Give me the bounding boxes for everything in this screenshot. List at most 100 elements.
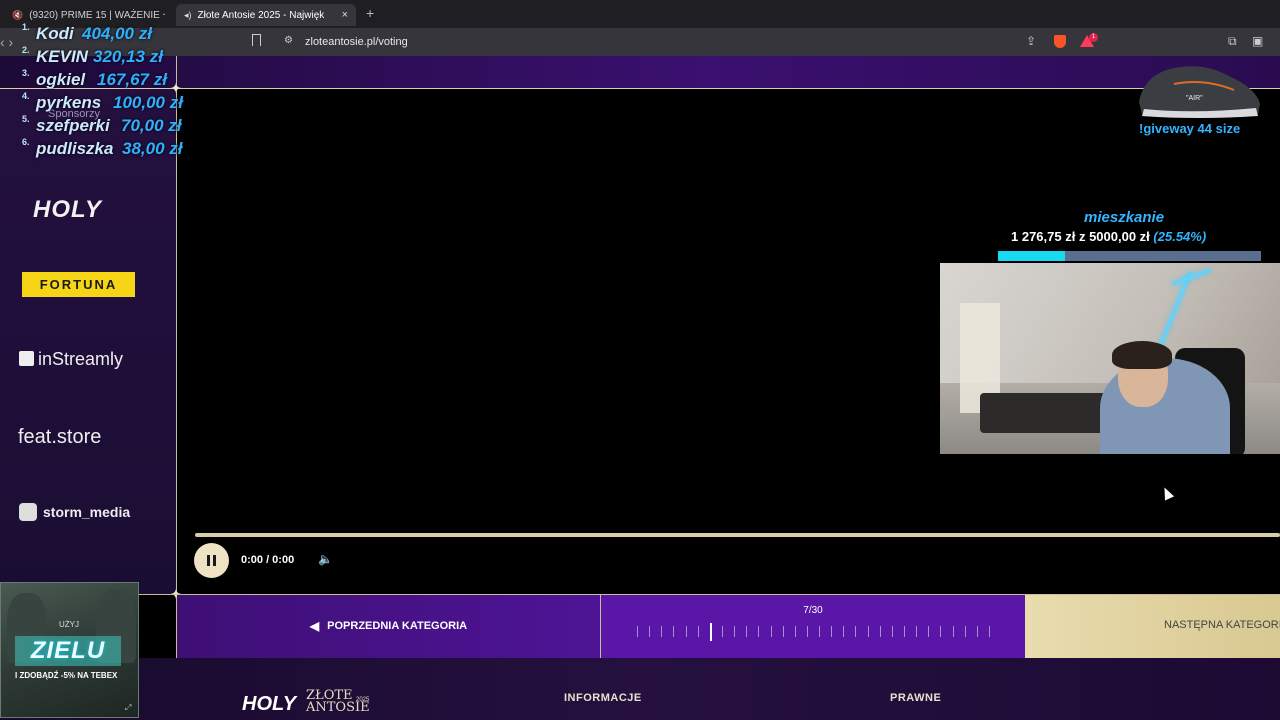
category-tick[interactable]: [794, 626, 796, 637]
goal-progress-fill: [998, 251, 1066, 261]
category-tick[interactable]: [879, 626, 881, 637]
brave-shields-icon[interactable]: [1054, 35, 1066, 48]
volume-icon[interactable]: 🔈: [318, 552, 333, 566]
footer-holy-logo[interactable]: HOLY: [242, 693, 296, 716]
category-navigation: ◀ POPRZEDNIA KATEGORIA 7/30 NASTĘPNA KAT…: [0, 594, 1280, 658]
new-tab-button[interactable]: +: [366, 5, 374, 21]
donor-name: Kodi: [36, 24, 74, 43]
extensions-icon[interactable]: ⧉: [1228, 34, 1237, 49]
goal-progress-text: 1 276,75 zł z 5000,00 zł (25.54%): [1011, 229, 1206, 244]
wallet-icon[interactable]: ▣: [1252, 34, 1263, 48]
category-tick-current[interactable]: [709, 623, 712, 641]
rank: 2.: [22, 45, 30, 55]
promo-discount: I ZDOBĄDŹ -5% NA TEBEX: [15, 671, 118, 680]
sponsor-name: inStreamly: [38, 349, 124, 369]
category-tick[interactable]: [685, 626, 687, 637]
category-tick[interactable]: [952, 626, 954, 637]
donor-name: KEVIN: [36, 47, 88, 66]
category-tick[interactable]: [661, 626, 663, 637]
footer-heading-legal: PRAWNE: [890, 692, 942, 704]
goal-progress-bar: [998, 251, 1261, 261]
previous-category-button[interactable]: ◀ POPRZEDNIA KATEGORIA: [177, 594, 601, 658]
sponsor-storm-media[interactable]: storm_media: [19, 503, 130, 521]
tab-zlote-antosie[interactable]: ◂) Złote Antosie 2025 - Najwięk ×: [176, 4, 356, 26]
bookmark-icon[interactable]: [252, 34, 261, 46]
category-tick[interactable]: [770, 626, 772, 637]
donation-amount: 167,67 zł: [97, 70, 167, 89]
pause-icon: [207, 555, 210, 566]
category-tick[interactable]: [649, 626, 651, 637]
rank: 5.: [22, 114, 30, 124]
giveaway-command: !giveway 44 size: [1139, 121, 1241, 136]
donor-name: pyrkens: [36, 93, 102, 112]
rank: 4.: [22, 91, 30, 101]
category-tick[interactable]: [806, 626, 808, 637]
category-tick[interactable]: [940, 626, 942, 637]
category-tick[interactable]: [928, 626, 930, 637]
category-tick[interactable]: [673, 626, 675, 637]
divider: [0, 88, 1280, 89]
promo-use-label: UŻYJ: [59, 620, 79, 629]
category-tick[interactable]: [758, 626, 760, 637]
category-counter: 7/30: [803, 605, 823, 616]
category-tick[interactable]: [989, 626, 990, 637]
category-tick[interactable]: [843, 626, 845, 637]
category-tick[interactable]: [746, 626, 748, 637]
category-tick[interactable]: [819, 626, 821, 637]
category-tick[interactable]: [976, 626, 978, 637]
webcam-feed: [940, 263, 1280, 454]
divider: [0, 594, 1280, 595]
sponsor-name: storm_media: [43, 504, 131, 520]
video-progress-bar[interactable]: [195, 533, 1280, 537]
footer: [0, 658, 1280, 720]
promo-code: ZIELU: [15, 636, 121, 666]
mouse-cursor-icon: [1159, 485, 1175, 501]
page-header-band: [0, 56, 1280, 89]
muted-speaker-icon: 🔇: [12, 9, 24, 20]
donation-amount: 320,13 zł: [93, 47, 163, 66]
speaker-icon: ◂): [184, 9, 192, 20]
sponsor-instreamly[interactable]: inStreamly: [19, 349, 123, 370]
category-tick[interactable]: [916, 626, 918, 637]
category-tick[interactable]: [734, 626, 736, 637]
category-tick[interactable]: [891, 626, 893, 637]
pause-button[interactable]: [194, 543, 229, 578]
goal-target: 5000,00 zł: [1089, 229, 1150, 244]
sneaker-image: "AIR": [1139, 66, 1260, 118]
category-tick[interactable]: [964, 626, 966, 637]
donor-name: pudliszka: [36, 139, 114, 158]
category-ticks[interactable]: [637, 623, 990, 641]
category-tick[interactable]: [831, 626, 833, 637]
pause-icon: [213, 555, 216, 566]
next-category-button[interactable]: NASTĘPNA KATEGORIA: [1025, 594, 1280, 658]
streamer-hair: [1112, 341, 1172, 369]
tab-close-icon[interactable]: ×: [342, 9, 348, 21]
notification-badge: 1: [1089, 33, 1098, 42]
sponsor-featstore[interactable]: feat.store: [18, 426, 101, 449]
logo-year: 2025: [356, 697, 370, 703]
category-tick[interactable]: [855, 626, 857, 637]
promo-overlay: UŻYJ ZIELU I ZDOBĄDŹ -5% NA TEBEX ⤢: [0, 582, 139, 718]
category-tick[interactable]: [697, 626, 699, 637]
category-tick[interactable]: [782, 626, 784, 637]
back-icon[interactable]: ‹ ›: [0, 34, 13, 50]
rank: 1.: [22, 22, 30, 32]
donation-amount: 404,00 zł: [82, 24, 152, 43]
category-tick[interactable]: [721, 626, 723, 637]
previous-category-label: POPRZEDNIA KATEGORIA: [327, 620, 468, 632]
category-tick[interactable]: [867, 626, 869, 637]
category-tick[interactable]: [904, 626, 906, 637]
arrow-left-icon: ◀: [309, 619, 320, 633]
expand-icon: ⤢: [125, 703, 132, 712]
video-time: 0:00 / 0:00: [241, 554, 295, 566]
tab-title: (9320) PRIME 15 | WAŻENIE + ZA: [29, 9, 165, 21]
goal-title: mieszkanie: [1084, 209, 1165, 226]
site-settings-icon[interactable]: ⚙: [284, 35, 293, 46]
share-icon[interactable]: ⇪: [1026, 34, 1036, 48]
category-tick[interactable]: [637, 626, 638, 637]
sponsor-holy[interactable]: HOLY: [33, 196, 102, 224]
goal-current: 1 276,75 zł: [1011, 229, 1076, 244]
sponsor-fortuna[interactable]: FORTUNA: [22, 272, 135, 297]
url-field[interactable]: zloteantosie.pl/voting: [305, 36, 408, 48]
donation-amount: 38,00 zł: [122, 139, 183, 158]
